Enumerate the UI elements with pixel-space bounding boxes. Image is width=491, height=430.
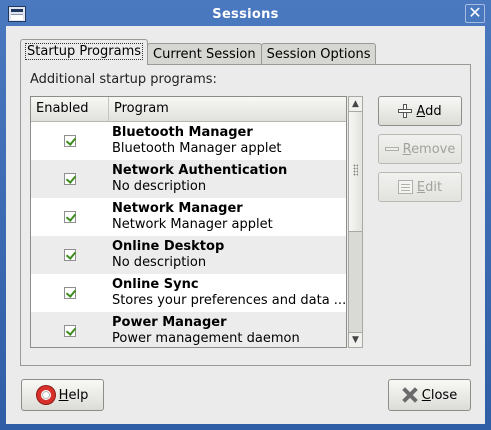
dialog-body: Startup Programs Current Session Session… <box>6 26 485 424</box>
list-item[interactable]: Online Sync Stores your preferences and … <box>31 274 346 312</box>
program-name: Power Manager <box>112 315 227 330</box>
window-menu-icon[interactable] <box>8 6 26 22</box>
enabled-cell <box>31 312 109 347</box>
program-description: Bluetooth Manager applet <box>112 141 282 156</box>
enabled-checkbox[interactable] <box>64 135 76 147</box>
tab-current-session[interactable]: Current Session <box>147 43 262 65</box>
program-description: Network Manager applet <box>112 217 273 232</box>
help-button-label: Help <box>58 387 89 403</box>
sessions-window: Sessions ✕ Startup Programs Current Sess… <box>0 0 491 430</box>
section-label: Additional startup programs: <box>30 72 217 87</box>
program-name: Online Desktop <box>112 239 225 254</box>
list-item[interactable]: Network Authentication No description <box>31 160 346 198</box>
tab-session-options[interactable]: Session Options <box>260 43 377 65</box>
column-header-program[interactable]: Program <box>109 97 169 121</box>
add-button[interactable]: Add <box>378 96 462 126</box>
program-description: Stores your preferences and data ... <box>111 293 346 308</box>
enabled-cell <box>31 274 109 312</box>
enabled-cell <box>31 122 109 160</box>
scroll-down-icon[interactable]: ▼ <box>349 332 362 347</box>
scrollbar-thumb[interactable] <box>349 112 362 232</box>
program-description: No description <box>112 255 207 270</box>
tab-label: Session Options <box>266 47 371 62</box>
program-description: Power management daemon <box>112 331 300 346</box>
program-name: Bluetooth Manager <box>112 125 253 140</box>
enabled-checkbox[interactable] <box>64 249 76 261</box>
program-cell: Network Authentication No description <box>109 160 287 198</box>
enabled-cell <box>31 160 109 198</box>
add-button-label: Add <box>416 103 442 119</box>
tab-strip: Startup Programs Current Session Session… <box>20 37 377 65</box>
title-bar: Sessions ✕ <box>6 2 485 26</box>
program-cell: Network Manager Network Manager applet <box>109 198 273 236</box>
lifebuoy-icon <box>36 386 55 404</box>
window-title: Sessions <box>212 6 279 22</box>
enabled-checkbox[interactable] <box>64 325 76 337</box>
close-button[interactable]: Close <box>388 379 471 411</box>
program-cell: Bluetooth Manager Bluetooth Manager appl… <box>109 122 282 160</box>
minus-icon <box>384 147 399 151</box>
edit-button[interactable]: Edit <box>378 172 462 202</box>
enabled-checkbox[interactable] <box>64 173 76 185</box>
scroll-up-icon[interactable]: ▲ <box>349 97 362 112</box>
startup-programs-list[interactable]: Enabled Program Bluetooth Manager Blueto… <box>30 96 347 348</box>
list-item[interactable]: Power Manager Power management daemon <box>31 312 346 347</box>
program-cell: Power Manager Power management daemon <box>109 312 300 347</box>
column-header-enabled[interactable]: Enabled <box>31 97 109 121</box>
enabled-checkbox[interactable] <box>63 287 76 299</box>
tab-label: Current Session <box>153 47 256 62</box>
help-button[interactable]: Help <box>21 379 104 411</box>
list-item[interactable]: Bluetooth Manager Bluetooth Manager appl… <box>31 122 346 160</box>
remove-button-label: Remove <box>402 141 456 157</box>
list-header: Enabled Program <box>31 97 346 122</box>
grip-icon <box>353 164 358 176</box>
list-item[interactable]: Online Desktop No description <box>31 236 346 274</box>
program-name: Network Manager <box>112 201 243 216</box>
program-name: Online Sync <box>111 277 199 292</box>
window-close-button[interactable]: ✕ <box>465 4 485 23</box>
remove-button[interactable]: Remove <box>378 134 462 164</box>
program-cell: Online Desktop No description <box>109 236 224 274</box>
enabled-cell <box>31 236 109 274</box>
startup-programs-page: Additional startup programs: Enabled Pro… <box>20 64 471 366</box>
list-scrollbar[interactable]: ▲ ▼ <box>348 96 363 348</box>
enabled-checkbox[interactable] <box>64 211 76 223</box>
close-button-label: Close <box>421 387 458 403</box>
enabled-cell <box>31 198 109 236</box>
program-name: Network Authentication <box>112 163 288 178</box>
tab-label: Startup Programs <box>24 43 144 60</box>
close-x-icon <box>402 387 418 403</box>
plus-icon <box>398 104 413 118</box>
program-description: No description <box>112 179 207 194</box>
edit-icon <box>397 180 413 194</box>
tab-startup-programs[interactable]: Startup Programs <box>20 39 149 65</box>
program-cell: Online Sync Stores your preferences and … <box>109 274 346 312</box>
edit-button-label: Edit <box>416 179 443 195</box>
list-item[interactable]: Network Manager Network Manager applet <box>31 198 346 236</box>
